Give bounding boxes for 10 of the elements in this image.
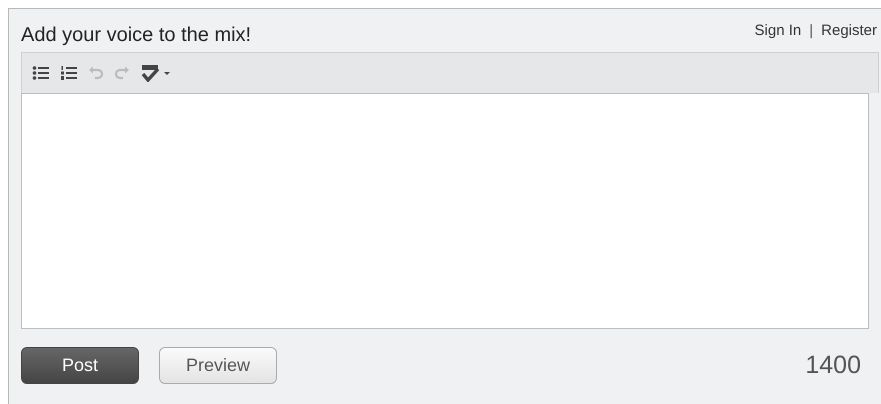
header-link[interactable]: Sign In xyxy=(754,22,802,39)
header-link[interactable]: Register xyxy=(821,22,877,39)
spellcheck-icon[interactable] xyxy=(140,64,170,82)
preview-button[interactable]: Preview xyxy=(159,347,277,384)
heading: Add your voice to the mix! xyxy=(21,24,252,47)
bullet-list-icon[interactable] xyxy=(32,65,50,81)
post-button[interactable]: Post xyxy=(21,347,139,384)
numbered-list-icon[interactable] xyxy=(60,65,78,81)
link-separator: | xyxy=(809,22,814,39)
character-counter: 1400 xyxy=(805,351,861,380)
